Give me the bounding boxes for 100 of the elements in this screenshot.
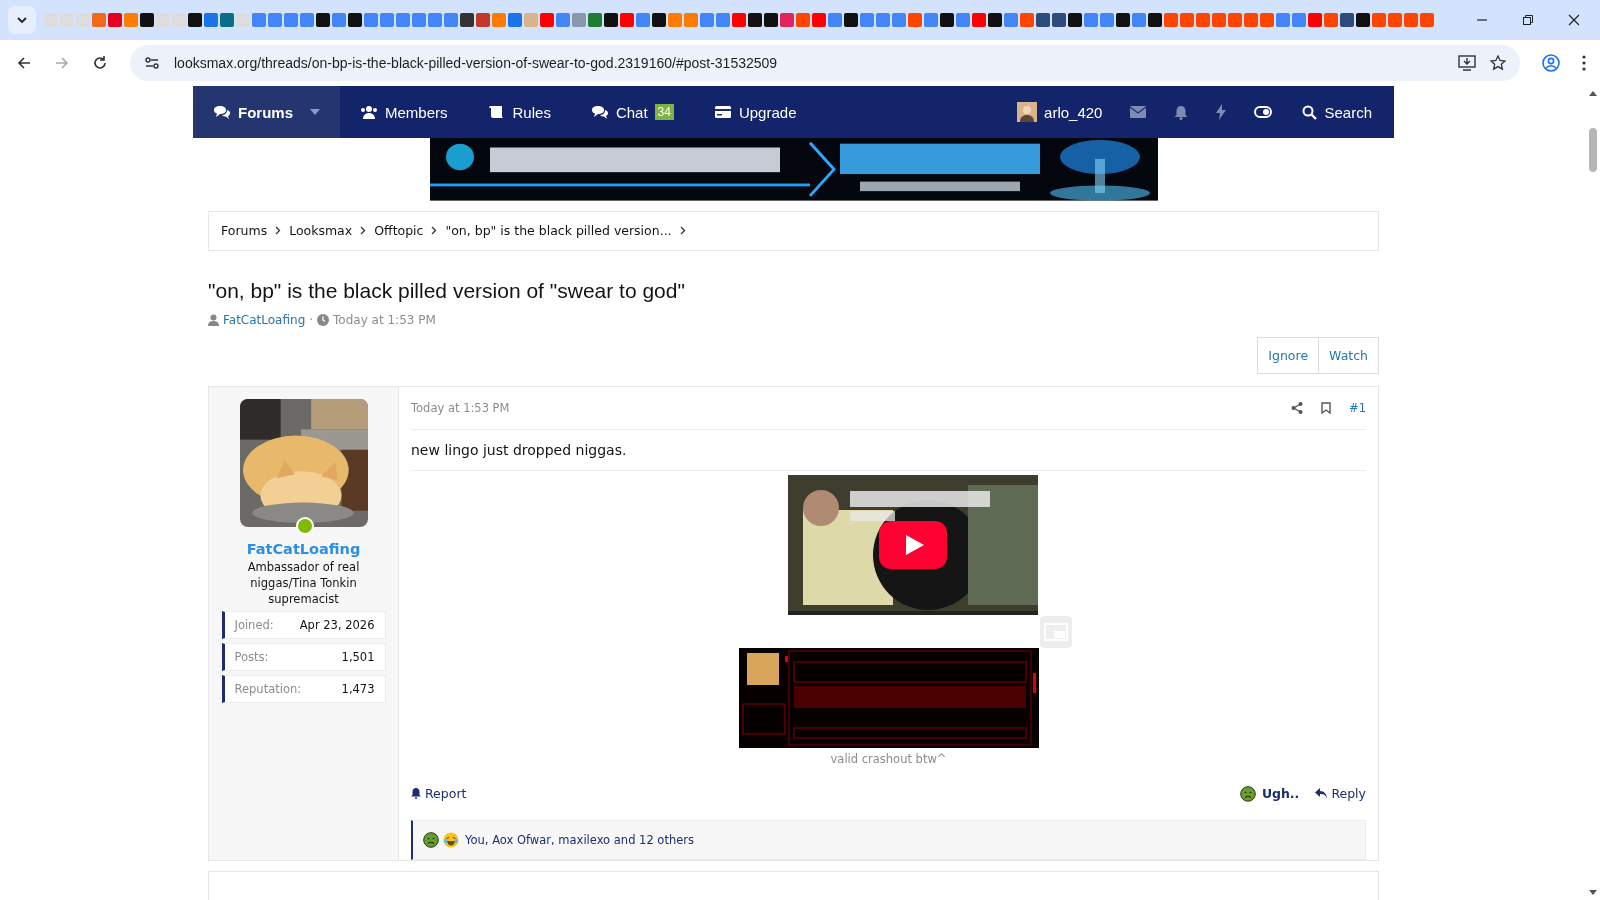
- user-menu[interactable]: arlo_420: [1003, 86, 1117, 138]
- tab-favicon-icon[interactable]: [908, 13, 922, 27]
- tab-favicon-icon[interactable]: [796, 13, 810, 27]
- tab-favicon-icon[interactable]: [1404, 13, 1418, 27]
- tab-favicon-icon[interactable]: [636, 13, 650, 27]
- menu-icon[interactable]: [1582, 55, 1586, 71]
- nav-tab[interactable]: Forums: [193, 86, 340, 138]
- tab-favicon-icon[interactable]: [364, 13, 378, 27]
- profile-icon[interactable]: [1542, 54, 1560, 72]
- tab-favicon-icon[interactable]: [860, 13, 874, 27]
- tab-favicon-icon[interactable]: [332, 13, 346, 27]
- close-icon[interactable]: [1568, 14, 1580, 26]
- tab-favicon-icon[interactable]: [1228, 13, 1242, 27]
- nav-tab[interactable]: Members: [340, 86, 468, 138]
- tab-favicon-icon[interactable]: [764, 13, 778, 27]
- tab-favicon-icon[interactable]: [284, 13, 298, 27]
- tab-favicon-icon[interactable]: [1340, 13, 1354, 27]
- bolt-icon[interactable]: [1216, 104, 1227, 120]
- tab-favicon-icon[interactable]: [92, 13, 106, 27]
- tab-favicon-icon[interactable]: [44, 13, 58, 27]
- tab-favicon-icon[interactable]: [1388, 13, 1402, 27]
- tab-favicon-icon[interactable]: [1292, 13, 1306, 27]
- tab-favicon-icon[interactable]: [1260, 13, 1274, 27]
- tab-favicon-icon[interactable]: [1052, 13, 1066, 27]
- tab-favicon-icon[interactable]: [892, 13, 906, 27]
- tab-favicon-icon[interactable]: [204, 13, 218, 27]
- tab-favicon-icon[interactable]: [1420, 13, 1434, 27]
- scroll-up-icon[interactable]: [1588, 90, 1597, 96]
- tab-favicon-icon[interactable]: [652, 13, 666, 27]
- tab-favicon-icon[interactable]: [412, 13, 426, 27]
- tab-favicon-icon[interactable]: [812, 13, 826, 27]
- bookmark-star-icon[interactable]: [1490, 55, 1506, 71]
- reaction-button[interactable]: Ugh..: [1239, 785, 1300, 802]
- tab-favicon-icon[interactable]: [124, 13, 138, 27]
- tab-favicon-icon[interactable]: [556, 13, 570, 27]
- tab-favicon-icon[interactable]: [588, 13, 602, 27]
- tab-favicon-icon[interactable]: [1068, 13, 1082, 27]
- tab-favicon-icon[interactable]: [428, 13, 442, 27]
- breadcrumb-link[interactable]: Forums: [221, 223, 268, 239]
- tab-favicon-icon[interactable]: [76, 13, 90, 27]
- tab-favicon-icon[interactable]: [236, 13, 250, 27]
- reply-link[interactable]: Reply: [1315, 786, 1366, 802]
- tab-favicon-icon[interactable]: [1116, 13, 1130, 27]
- tab-favicon-icon[interactable]: [1372, 13, 1386, 27]
- tab-favicon-icon[interactable]: [460, 13, 474, 27]
- bell-icon[interactable]: [1174, 104, 1189, 120]
- tab-favicon-icon[interactable]: [476, 13, 490, 27]
- tab-favicon-icon[interactable]: [492, 13, 506, 27]
- forward-icon[interactable]: [54, 55, 70, 71]
- tab-favicon-icon[interactable]: [444, 13, 458, 27]
- tab-favicon-icon[interactable]: [716, 13, 730, 27]
- tab-favicon-icon[interactable]: [1020, 13, 1034, 27]
- tab-favicon-icon[interactable]: [220, 13, 234, 27]
- tab-favicon-icon[interactable]: [1196, 13, 1210, 27]
- play-button-icon[interactable]: [878, 520, 947, 569]
- tab-favicon-icon[interactable]: [524, 13, 538, 27]
- tab-favicon-icon[interactable]: [732, 13, 746, 27]
- tab-favicon-icon[interactable]: [1356, 13, 1370, 27]
- scroll-thumb[interactable]: [1588, 128, 1597, 172]
- tab-favicon-icon[interactable]: [876, 13, 890, 27]
- tab-favicon-icon[interactable]: [316, 13, 330, 27]
- bookmark-icon[interactable]: [1321, 401, 1332, 414]
- nav-tab[interactable]: Chat 34: [570, 86, 694, 138]
- tab-favicon-icon[interactable]: [156, 13, 170, 27]
- tab-favicon-icon[interactable]: [1036, 13, 1050, 27]
- tab-favicon-icon[interactable]: [1324, 13, 1338, 27]
- toggle-icon[interactable]: [1254, 106, 1273, 118]
- tab-favicon-icon[interactable]: [60, 13, 74, 27]
- reactions-list-link[interactable]: You, Aox Ofwar, maxilexo and 12 others: [465, 832, 694, 847]
- post-number-link[interactable]: #1: [1349, 400, 1366, 415]
- tab-favicon-icon[interactable]: [684, 13, 698, 27]
- tab-favicon-icon[interactable]: [252, 13, 266, 27]
- tab-favicon-icon[interactable]: [1244, 13, 1258, 27]
- thread-action-button[interactable]: Watch: [1319, 336, 1379, 374]
- thread-action-button[interactable]: Ignore: [1257, 336, 1320, 374]
- tab-favicon-icon[interactable]: [172, 13, 186, 27]
- report-link[interactable]: Report: [411, 786, 467, 802]
- breadcrumb-link[interactable]: Offtopic: [374, 223, 424, 239]
- tab-favicon-icon[interactable]: [828, 13, 842, 27]
- tab-favicon-icon[interactable]: [1212, 13, 1226, 27]
- install-icon[interactable]: [1458, 55, 1476, 71]
- tab-favicon-icon[interactable]: [748, 13, 762, 27]
- tab-favicon-icon[interactable]: [572, 13, 586, 27]
- tab-favicon-icon[interactable]: [540, 13, 554, 27]
- tab-favicon-icon[interactable]: [348, 13, 362, 27]
- tab-favicon-icon[interactable]: [140, 13, 154, 27]
- tab-favicon-icon[interactable]: [924, 13, 938, 27]
- tab-favicon-icon[interactable]: [1084, 13, 1098, 27]
- tab-favicon-icon[interactable]: [956, 13, 970, 27]
- search-button[interactable]: Search: [1286, 86, 1394, 138]
- tab-favicon-icon[interactable]: [108, 13, 122, 27]
- tab-favicon-icon[interactable]: [396, 13, 410, 27]
- tab-favicon-icon[interactable]: [604, 13, 618, 27]
- author-link[interactable]: FatCatLoafing: [223, 312, 306, 327]
- envelope-icon[interactable]: [1130, 106, 1147, 118]
- breadcrumb-link[interactable]: "on, bp" is the black pilled version...: [445, 223, 672, 239]
- tab-favicon-icon[interactable]: [844, 13, 858, 27]
- tab-favicon-icon[interactable]: [1100, 13, 1114, 27]
- tab-favicon-icon[interactable]: [268, 13, 282, 27]
- reload-icon[interactable]: [92, 55, 108, 71]
